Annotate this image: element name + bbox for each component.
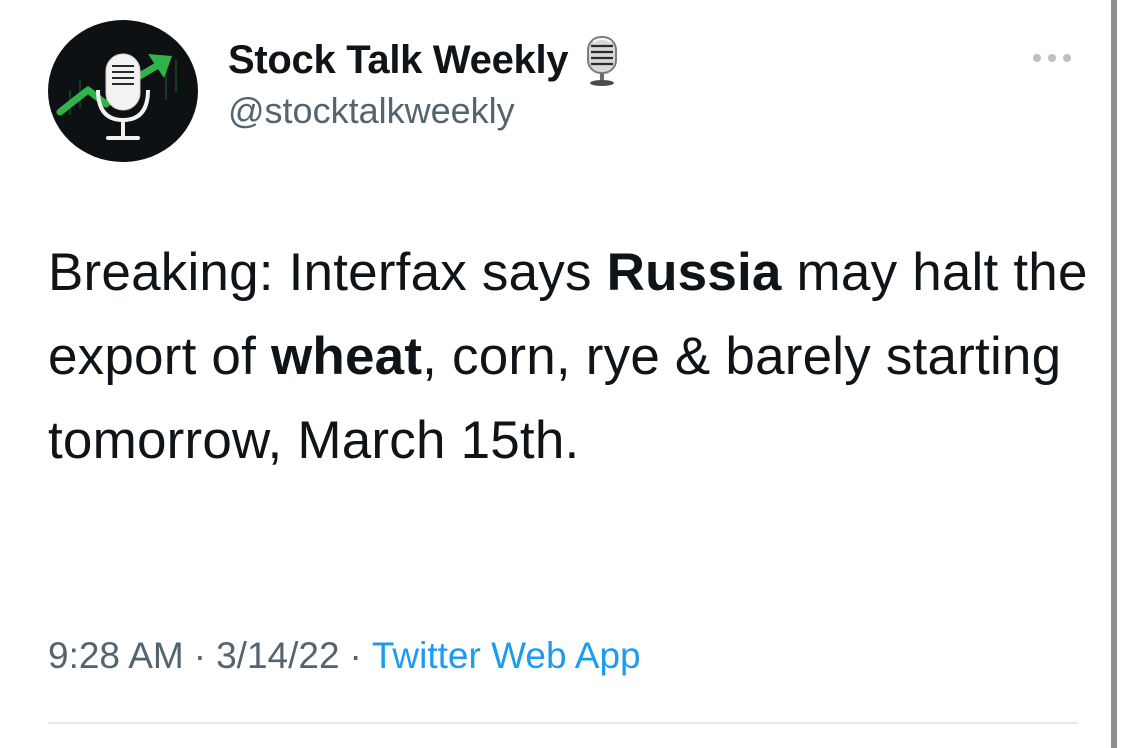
tweet-text-bold-segment: wheat	[270, 327, 423, 386]
tweet-date[interactable]: 3/14/22	[216, 635, 339, 676]
tweet[interactable]: Stock Talk Weekly @stocktalkweekly Break…	[0, 0, 1100, 748]
divider	[48, 722, 1078, 724]
microphone-stock-chart-icon	[56, 53, 177, 140]
tweet-text: Breaking: Interfax says Russia may halt …	[48, 231, 1088, 483]
avatar[interactable]	[48, 20, 198, 162]
tweet-time[interactable]: 9:28 AM	[48, 635, 184, 676]
more-options-icon	[1033, 54, 1071, 62]
more-options-button[interactable]	[1030, 48, 1074, 68]
studio-microphone-emoji-icon	[580, 34, 624, 86]
tweet-text-bold-segment: Russia	[606, 243, 782, 302]
tweet-source-link[interactable]: Twitter Web App	[372, 635, 641, 676]
tweet-text-segment: Breaking: Interfax says	[48, 243, 607, 302]
tweet-meta: 9:28 AM · 3/14/22 · Twitter Web App	[48, 635, 641, 677]
author-name-row[interactable]: Stock Talk Weekly	[228, 32, 624, 88]
scrollbar[interactable]	[1111, 0, 1117, 748]
display-name[interactable]: Stock Talk Weekly	[228, 38, 569, 83]
meta-separator: ·	[349, 635, 362, 676]
username-handle[interactable]: @stocktalkweekly	[228, 90, 515, 132]
meta-separator: ·	[193, 635, 207, 676]
